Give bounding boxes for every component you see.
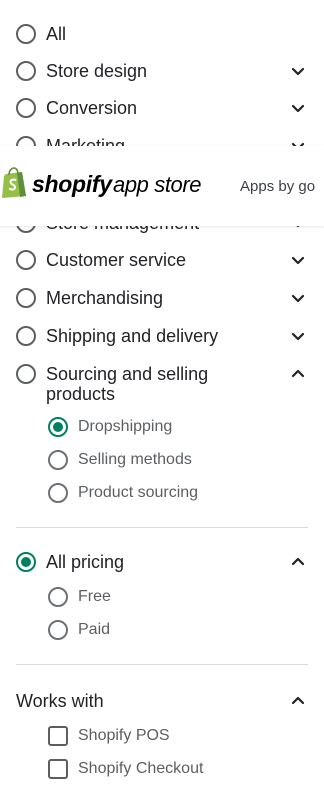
chevron-up-icon[interactable] <box>290 366 306 382</box>
category-store-design-radio[interactable] <box>16 61 36 81</box>
works-with-shopify-checkout-label: Shopify Checkout <box>78 760 204 777</box>
app-store-header: shopify app store Apps by go <box>0 146 324 226</box>
pricing-all-label: All pricing <box>46 552 125 572</box>
category-sourcing-selling[interactable]: Sourcing and selling products <box>16 364 308 404</box>
pricing-paid[interactable]: Paid <box>48 619 308 641</box>
subcategory-selling-methods[interactable]: Selling methods <box>48 449 308 471</box>
subcategory-selling-methods-label: Selling methods <box>78 451 192 468</box>
chevron-down-icon[interactable] <box>290 290 306 306</box>
works-with-title: Works with <box>16 691 104 711</box>
chevron-down-icon[interactable] <box>290 100 306 116</box>
subcategory-product-sourcing-label: Product sourcing <box>78 484 199 501</box>
section-divider <box>16 527 308 528</box>
apps-by-nav-link[interactable]: Apps by go <box>240 177 315 197</box>
chevron-up-icon[interactable] <box>290 693 306 709</box>
chevron-down-icon[interactable] <box>290 252 306 268</box>
chevron-up-icon[interactable] <box>290 554 306 570</box>
subcategory-dropshipping-label: Dropshipping <box>78 418 173 435</box>
category-customer-service-radio[interactable] <box>16 250 36 270</box>
category-all[interactable]: All <box>16 24 308 44</box>
category-shipping-delivery[interactable]: Shipping and delivery <box>16 326 308 346</box>
category-shipping-delivery-label: Shipping and delivery <box>46 326 219 346</box>
shopify-logo-wordmark[interactable]: shopify <box>32 169 112 199</box>
works-with-heading[interactable]: Works with <box>16 691 308 711</box>
category-sourcing-selling-label: Sourcing and selling products <box>46 364 209 404</box>
category-customer-service[interactable]: Customer service <box>16 250 308 270</box>
subcategory-selling-methods-radio[interactable] <box>48 450 68 470</box>
chevron-down-icon[interactable] <box>290 328 306 344</box>
radio-selected-dot <box>53 422 63 432</box>
section-divider <box>16 664 308 665</box>
pricing-all[interactable]: All pricing <box>16 552 308 572</box>
chevron-down-icon[interactable] <box>290 63 306 79</box>
works-with-shopify-checkout-checkbox[interactable] <box>48 759 68 779</box>
pricing-paid-radio[interactable] <box>48 620 68 640</box>
category-shipping-delivery-radio[interactable] <box>16 326 36 346</box>
app-store-logo-text: app store <box>113 172 202 197</box>
works-with-shopify-pos-label: Shopify POS <box>78 727 170 744</box>
pricing-free-radio[interactable] <box>48 587 68 607</box>
category-store-design-label: Store design <box>46 61 148 81</box>
category-merchandising[interactable]: Merchandising <box>16 288 308 308</box>
shopify-bag-icon[interactable] <box>0 166 28 198</box>
category-customer-service-label: Customer service <box>46 250 187 270</box>
subcategory-dropshipping[interactable]: Dropshipping <box>48 416 308 438</box>
category-store-design[interactable]: Store design <box>16 61 308 81</box>
category-conversion[interactable]: Conversion <box>16 98 308 118</box>
category-sourcing-selling-radio[interactable] <box>16 364 36 384</box>
pricing-free-label: Free <box>78 588 111 605</box>
pricing-paid-label: Paid <box>78 621 111 638</box>
works-with-shopify-pos-checkbox[interactable] <box>48 726 68 746</box>
subcategory-product-sourcing-radio[interactable] <box>48 483 68 503</box>
category-conversion-radio[interactable] <box>16 98 36 118</box>
pricing-all-radio[interactable] <box>16 552 36 572</box>
subcategory-dropshipping-radio[interactable] <box>48 417 68 437</box>
category-all-label: All <box>46 24 67 44</box>
category-merchandising-label: Merchandising <box>46 288 164 308</box>
category-merchandising-radio[interactable] <box>16 288 36 308</box>
category-conversion-label: Conversion <box>46 98 138 118</box>
works-with-shopify-checkout[interactable]: Shopify Checkout <box>48 758 308 780</box>
works-with-shopify-pos[interactable]: Shopify POS <box>48 725 308 747</box>
radio-selected-dot <box>21 557 31 567</box>
subcategory-product-sourcing[interactable]: Product sourcing <box>48 482 308 504</box>
category-all-radio[interactable] <box>16 24 36 44</box>
pricing-free[interactable]: Free <box>48 586 308 608</box>
